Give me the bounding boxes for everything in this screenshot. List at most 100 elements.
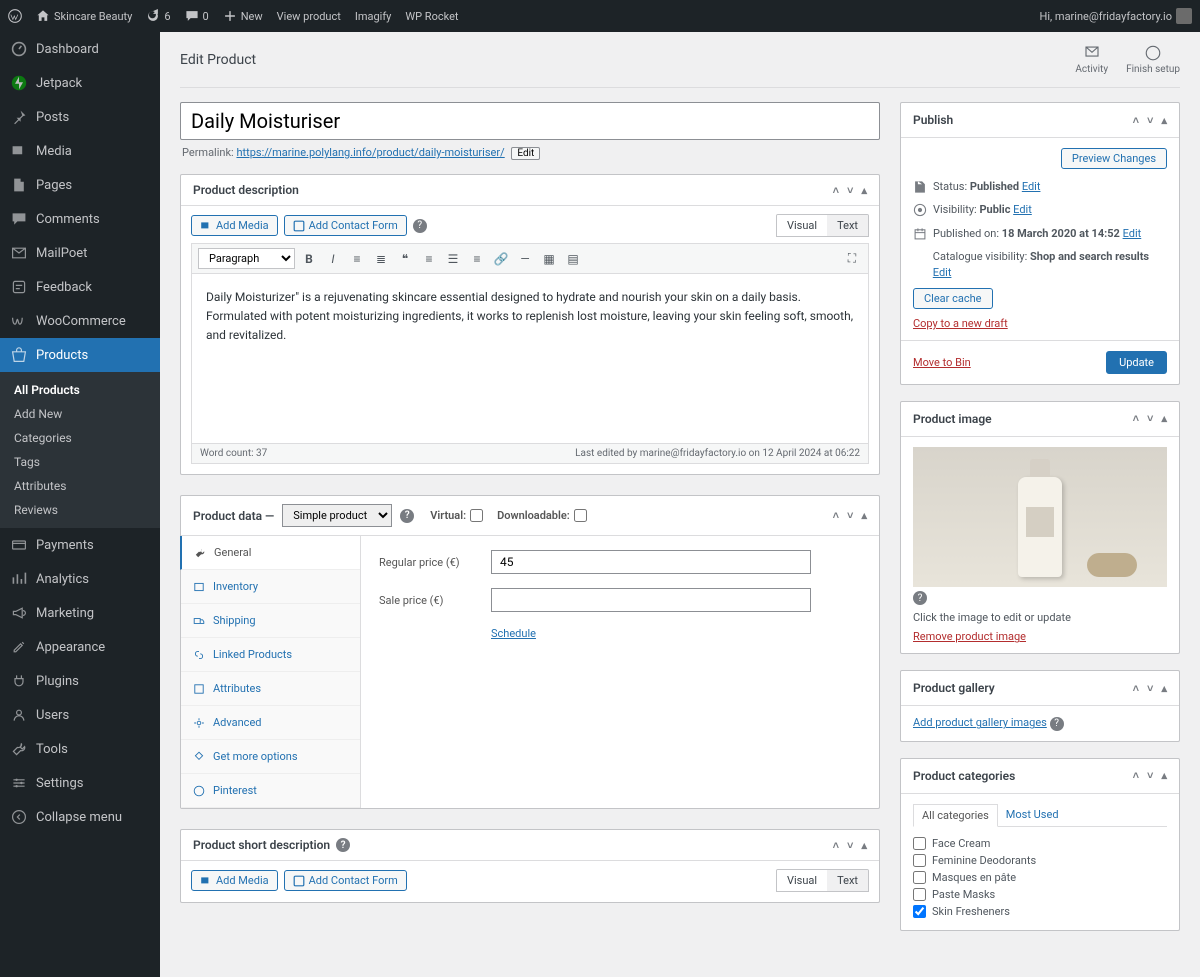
downloadable-checkbox[interactable]	[574, 509, 587, 522]
regular-price-input[interactable]	[491, 550, 811, 574]
sale-price-input[interactable]	[491, 588, 811, 612]
submenu-all-products[interactable]: All Products	[0, 378, 160, 402]
add-gallery-link[interactable]: Add product gallery images	[913, 716, 1047, 729]
category-item[interactable]: Feminine Deodorants	[913, 852, 1167, 869]
panel-down-icon[interactable]: ˅	[847, 839, 853, 852]
panel-down-icon[interactable]: ˅	[1147, 769, 1153, 782]
quote-icon[interactable]: ❝	[395, 249, 415, 269]
align-left-icon[interactable]: ≡	[419, 249, 439, 269]
italic-icon[interactable]: I	[323, 249, 343, 269]
pd-tab-general[interactable]: General	[180, 536, 360, 570]
category-checkbox[interactable]	[913, 854, 926, 867]
panel-up-icon[interactable]: ˄	[833, 839, 839, 852]
submenu-reviews[interactable]: Reviews	[0, 498, 160, 522]
pd-tab-pinterest[interactable]: Pinterest	[181, 774, 360, 808]
wp-logo-icon[interactable]	[8, 9, 22, 23]
sidebar-item-analytics[interactable]: Analytics	[0, 562, 160, 596]
cat-tab-most[interactable]: Most Used	[998, 804, 1067, 826]
status-edit-link[interactable]: Edit	[1022, 180, 1041, 193]
comments-icon[interactable]: 0	[185, 9, 209, 23]
wprocket-link[interactable]: WP Rocket	[405, 10, 458, 23]
sidebar-item-users[interactable]: Users	[0, 698, 160, 732]
panel-toggle-icon[interactable]: ▴	[1161, 114, 1167, 127]
category-checkbox[interactable]	[913, 837, 926, 850]
panel-down-icon[interactable]: ˅	[1147, 114, 1153, 127]
remove-image-link[interactable]: Remove product image	[913, 630, 1026, 643]
align-center-icon[interactable]: ☰	[443, 249, 463, 269]
short-tab-text[interactable]: Text	[827, 870, 868, 891]
panel-toggle-icon[interactable]: ▴	[861, 509, 867, 522]
bold-icon[interactable]: B	[299, 249, 319, 269]
pd-tab-shipping[interactable]: Shipping	[181, 604, 360, 638]
site-link[interactable]: Skincare Beauty	[36, 9, 132, 23]
submenu-tags[interactable]: Tags	[0, 450, 160, 474]
update-button[interactable]: Update	[1106, 351, 1167, 374]
date-edit-link[interactable]: Edit	[1123, 227, 1142, 240]
cat-tab-all[interactable]: All categories	[913, 804, 998, 827]
table-icon[interactable]: ▦	[539, 249, 559, 269]
panel-up-icon[interactable]: ˄	[1133, 114, 1139, 127]
permalink-link[interactable]: https://marine.polylang.info/product/dai…	[236, 146, 504, 159]
visibility-edit-link[interactable]: Edit	[1013, 203, 1032, 216]
toolbar-toggle-icon[interactable]: ▤	[563, 249, 583, 269]
link-icon[interactable]: 🔗	[491, 249, 511, 269]
panel-up-icon[interactable]: ˄	[833, 184, 839, 197]
refresh-icon[interactable]: 6	[146, 9, 170, 23]
short-add-media-button[interactable]: Add Media	[191, 870, 278, 891]
panel-down-icon[interactable]: ˅	[1147, 412, 1153, 425]
product-type-select[interactable]: Simple product	[282, 504, 392, 527]
product-image-thumb[interactable]	[913, 447, 1167, 587]
panel-down-icon[interactable]: ˅	[847, 184, 853, 197]
user-greeting[interactable]: Hi, marine@fridayfactory.io	[1040, 8, 1192, 24]
fullscreen-icon[interactable]: ⛶	[842, 249, 862, 269]
pd-tab-more[interactable]: Get more options	[181, 740, 360, 774]
category-item[interactable]: Paste Masks	[913, 886, 1167, 903]
help-icon[interactable]: ?	[336, 838, 350, 852]
sidebar-item-jetpack[interactable]: Jetpack	[0, 66, 160, 100]
sidebar-item-payments[interactable]: Payments	[0, 528, 160, 562]
category-checkbox[interactable]	[913, 871, 926, 884]
schedule-link[interactable]: Schedule	[491, 627, 536, 640]
preview-button[interactable]: Preview Changes	[1061, 148, 1167, 169]
activity-button[interactable]: Activity	[1075, 44, 1108, 75]
sidebar-item-woocommerce[interactable]: WooCommerce	[0, 304, 160, 338]
catalogue-edit-link[interactable]: Edit	[933, 266, 952, 279]
sidebar-item-plugins[interactable]: Plugins	[0, 664, 160, 698]
category-checkbox[interactable]	[913, 905, 926, 918]
panel-up-icon[interactable]: ˄	[1133, 412, 1139, 425]
panel-toggle-icon[interactable]: ▴	[861, 184, 867, 197]
sidebar-collapse[interactable]: Collapse menu	[0, 800, 160, 834]
permalink-edit-button[interactable]: Edit	[511, 147, 540, 160]
new-link[interactable]: New	[223, 9, 263, 23]
sidebar-item-mailpoet[interactable]: MailPoet	[0, 236, 160, 270]
ol-icon[interactable]: ≣	[371, 249, 391, 269]
sidebar-item-pages[interactable]: Pages	[0, 168, 160, 202]
short-tab-visual[interactable]: Visual	[777, 870, 827, 891]
submenu-attributes[interactable]: Attributes	[0, 474, 160, 498]
sidebar-item-tools[interactable]: Tools	[0, 732, 160, 766]
panel-toggle-icon[interactable]: ▴	[1161, 682, 1167, 695]
virtual-checkbox[interactable]	[470, 509, 483, 522]
help-icon[interactable]: ?	[400, 509, 414, 523]
sidebar-item-comments[interactable]: Comments	[0, 202, 160, 236]
short-add-form-button[interactable]: Add Contact Form	[284, 870, 407, 891]
submenu-add-new[interactable]: Add New	[0, 402, 160, 426]
add-contact-form-button[interactable]: Add Contact Form	[284, 215, 407, 236]
pd-tab-inventory[interactable]: Inventory	[181, 570, 360, 604]
clear-cache-button[interactable]: Clear cache	[913, 288, 993, 309]
panel-up-icon[interactable]: ˄	[1133, 769, 1139, 782]
sidebar-item-marketing[interactable]: Marketing	[0, 596, 160, 630]
help-icon[interactable]: ?	[1050, 717, 1064, 731]
imagify-link[interactable]: Imagify	[355, 10, 392, 23]
category-item[interactable]: Skin Fresheners	[913, 903, 1167, 920]
help-icon[interactable]: ?	[913, 591, 927, 605]
ul-icon[interactable]: ≡	[347, 249, 367, 269]
submenu-categories[interactable]: Categories	[0, 426, 160, 450]
panel-up-icon[interactable]: ˄	[1133, 682, 1139, 695]
panel-toggle-icon[interactable]: ▴	[861, 839, 867, 852]
pd-tab-advanced[interactable]: Advanced	[181, 706, 360, 740]
sidebar-item-products[interactable]: Products	[0, 338, 160, 372]
panel-down-icon[interactable]: ˅	[1147, 682, 1153, 695]
more-icon[interactable]: —	[515, 249, 535, 269]
pd-tab-attributes[interactable]: Attributes	[181, 672, 360, 706]
